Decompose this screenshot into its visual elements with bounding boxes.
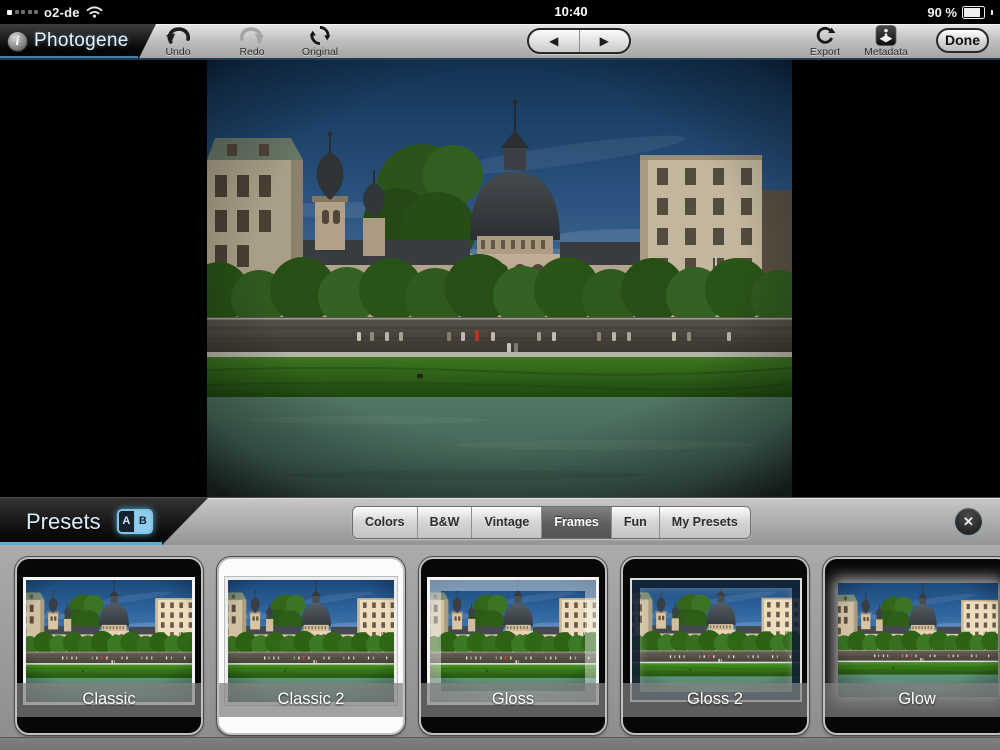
battery-percent: 90 % bbox=[927, 5, 957, 20]
ab-compare-a: A bbox=[119, 511, 136, 532]
preset-card-gloss[interactable]: Gloss bbox=[419, 557, 607, 735]
tab-colors[interactable]: Colors bbox=[353, 507, 418, 538]
export-label: Export bbox=[798, 46, 852, 58]
presets-panel: Presets A B Colors B&W Vintage Frames Fu… bbox=[0, 497, 1000, 750]
presets-title-tab: Presets A B bbox=[0, 498, 208, 545]
tab-fun[interactable]: Fun bbox=[612, 507, 660, 538]
toolbar: i Photogene Undo Redo bbox=[0, 24, 1000, 60]
metadata-info-icon bbox=[875, 25, 897, 46]
photo-canvas bbox=[0, 60, 1000, 497]
preset-label: Classic 2 bbox=[219, 683, 403, 717]
signal-strength-icon bbox=[7, 10, 38, 15]
metadata-label: Metadata bbox=[859, 46, 913, 58]
redo-button[interactable]: Redo bbox=[225, 25, 279, 58]
panel-title: Presets bbox=[26, 509, 101, 535]
preset-card-classic-2[interactable]: Classic 2 bbox=[217, 557, 405, 735]
next-photo-button[interactable]: ▶ bbox=[580, 30, 630, 52]
preset-cards: Classic Classic 2 Gloss bbox=[15, 557, 1000, 735]
original-cycle-icon bbox=[308, 25, 332, 46]
app-title: Photogene bbox=[34, 30, 129, 52]
preset-category-tabs: Colors B&W Vintage Frames Fun My Presets bbox=[352, 506, 751, 539]
close-panel-button[interactable]: ✕ bbox=[955, 508, 982, 535]
original-button[interactable]: Original bbox=[293, 25, 347, 58]
preset-card-classic[interactable]: Classic bbox=[15, 557, 203, 735]
app-logo: i Photogene bbox=[0, 24, 156, 58]
tab-my-presets[interactable]: My Presets bbox=[660, 507, 750, 538]
photogene-app-screen: o2-de 10:40 90 % i Photogene Undo bbox=[0, 0, 1000, 750]
ab-compare-b: B bbox=[135, 511, 151, 532]
battery-icon bbox=[962, 6, 985, 19]
done-button[interactable]: Done bbox=[936, 28, 989, 53]
status-left: o2-de bbox=[7, 0, 103, 24]
metadata-button[interactable]: Metadata bbox=[859, 25, 913, 58]
preset-label: Glow bbox=[825, 683, 1000, 717]
ab-compare-toggle[interactable]: A B bbox=[117, 509, 153, 534]
undo-arrow-icon bbox=[163, 25, 193, 46]
clock: 10:40 bbox=[531, 0, 611, 24]
edited-photo[interactable] bbox=[207, 60, 792, 497]
preset-thumbnail-photo bbox=[838, 583, 998, 697]
preset-label: Gloss bbox=[421, 683, 605, 717]
preset-thumbnails-row: Classic Classic 2 Gloss bbox=[0, 545, 1000, 737]
logo-underline bbox=[0, 56, 138, 58]
tab-vintage[interactable]: Vintage bbox=[472, 507, 542, 538]
redo-arrow-icon bbox=[237, 25, 267, 46]
presets-header: Presets A B Colors B&W Vintage Frames Fu… bbox=[0, 497, 1000, 545]
preset-label: Classic bbox=[17, 683, 201, 717]
redo-label: Redo bbox=[225, 46, 279, 58]
status-right: 90 % bbox=[927, 0, 993, 24]
export-button[interactable]: Export bbox=[798, 25, 852, 58]
wifi-icon bbox=[86, 6, 103, 18]
undo-label: Undo bbox=[151, 46, 205, 58]
status-bar: o2-de 10:40 90 % bbox=[0, 0, 1000, 24]
photo-pager: ◀ ▶ bbox=[527, 28, 631, 54]
tab-bw[interactable]: B&W bbox=[418, 507, 473, 538]
panel-bottom-strip bbox=[0, 737, 1000, 750]
info-icon: i bbox=[8, 32, 27, 51]
carrier-label: o2-de bbox=[44, 5, 80, 20]
preset-card-gloss-2[interactable]: Gloss 2 bbox=[621, 557, 809, 735]
original-label: Original bbox=[293, 46, 347, 58]
export-icon bbox=[812, 25, 838, 46]
preset-label: Gloss 2 bbox=[623, 683, 807, 717]
tab-frames[interactable]: Frames bbox=[542, 507, 611, 538]
preset-card-glow[interactable]: Glow bbox=[823, 557, 1000, 735]
undo-button[interactable]: Undo bbox=[151, 25, 205, 58]
previous-photo-button[interactable]: ◀ bbox=[529, 30, 580, 52]
